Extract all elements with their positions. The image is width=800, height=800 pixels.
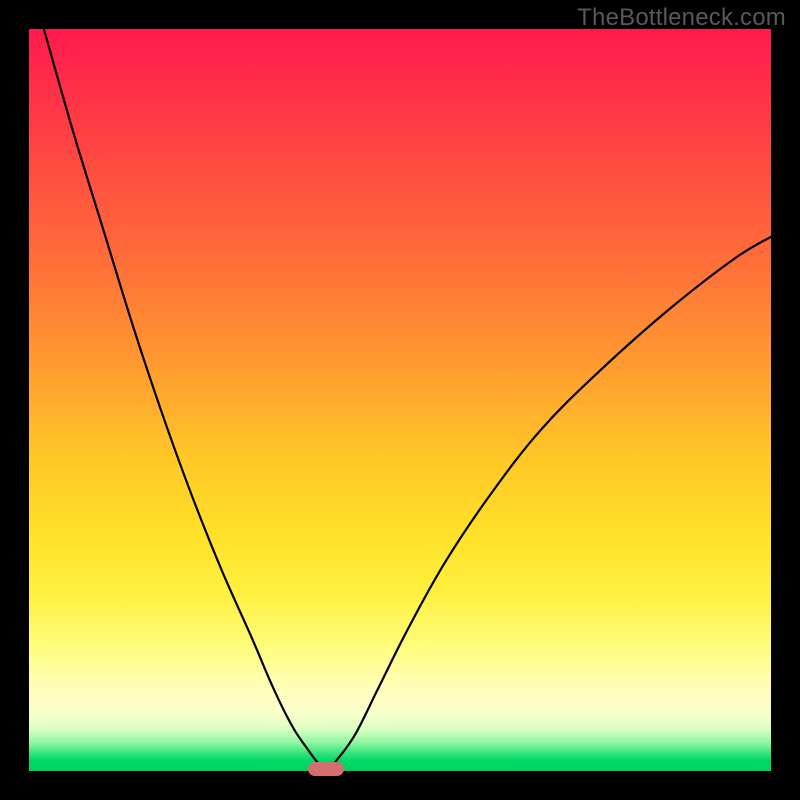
bottleneck-curve [29, 29, 771, 771]
curve-left-branch [44, 29, 326, 771]
plot-area [29, 29, 771, 771]
chart-frame: TheBottleneck.com [0, 0, 800, 800]
optimum-marker [308, 762, 344, 776]
watermark-text: TheBottleneck.com [577, 4, 786, 32]
curve-right-branch [326, 237, 771, 771]
